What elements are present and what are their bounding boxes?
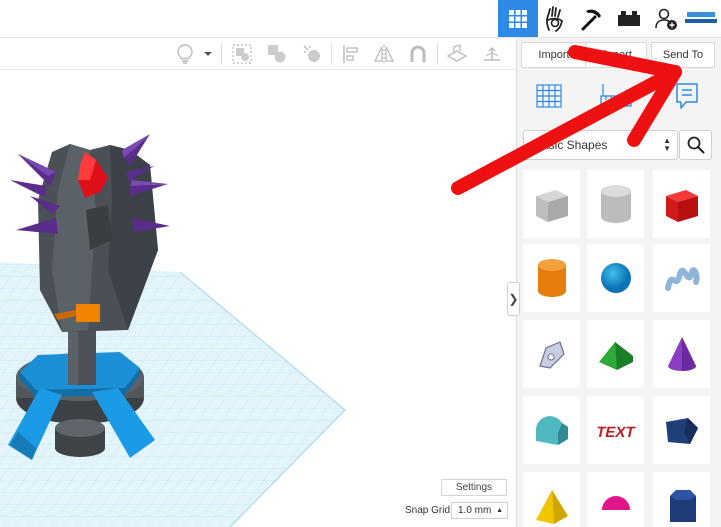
snap-grid-label: Snap Grid [405, 505, 451, 516]
shape-pyramid[interactable] [523, 472, 580, 527]
snap-grid-select[interactable]: 1.0 mm ▲ [451, 502, 508, 519]
pickaxe-icon [581, 9, 601, 30]
shape-cylinder-hole[interactable] [587, 170, 644, 238]
shape-polygon-prism[interactable] [653, 396, 710, 464]
chevron-up-icon: ▲ [496, 507, 503, 514]
prism-icon [665, 418, 698, 444]
shape-cone[interactable] [653, 320, 710, 388]
cruise-button[interactable] [405, 42, 431, 66]
shape-text-tool[interactable] [523, 320, 580, 388]
export-button[interactable]: Export [585, 42, 647, 68]
mirror-button[interactable] [371, 42, 397, 66]
half-sphere-icon [601, 496, 630, 510]
divider [437, 43, 438, 65]
top-bar [0, 0, 721, 38]
select-arrows-icon: ▲ ▼ [663, 136, 671, 153]
light-button[interactable] [172, 42, 198, 66]
shape-text[interactable]: TEXT [587, 396, 644, 464]
workplane-canvas[interactable] [0, 71, 516, 527]
magnet-icon [410, 45, 426, 62]
light-dropdown[interactable] [200, 42, 216, 66]
hand-tool-button[interactable] [535, 0, 575, 37]
shape-roof[interactable] [587, 320, 644, 388]
collapse-panel-button[interactable]: ❯ [507, 282, 520, 316]
ruler-icon [484, 47, 500, 61]
shape-box-hole[interactable] [523, 170, 580, 238]
tinkercad-logo-icon [685, 12, 717, 23]
red-box-icon [665, 190, 698, 222]
bricks-icon [618, 10, 640, 26]
tab-workplane-grid[interactable] [529, 78, 569, 114]
divider [221, 43, 222, 65]
align-button[interactable] [338, 42, 364, 66]
divider [331, 43, 332, 65]
shape-category-select[interactable]: Basic Shapes ▲ ▼ [523, 130, 678, 160]
edit-toolbar [0, 38, 516, 70]
workplane-grid-icon [536, 84, 562, 108]
pyramid-icon [535, 490, 568, 524]
search-icon [687, 136, 704, 154]
snap-grid-value: 1.0 mm [458, 505, 492, 516]
ungroup-button[interactable] [264, 42, 290, 66]
shape-round-roof[interactable] [523, 396, 580, 464]
shape-scribble[interactable] [653, 244, 710, 312]
dropdown-caret-icon [204, 52, 212, 56]
polygon-icon [669, 490, 696, 522]
tab-notes[interactable] [667, 78, 707, 114]
box-shape-icon [535, 190, 568, 222]
align-icon [343, 45, 358, 63]
shape-sphere[interactable] [587, 244, 644, 312]
ungroup-icon [268, 45, 286, 63]
tab-ruler[interactable] [595, 78, 635, 114]
sphere-icon [600, 263, 631, 293]
hole-tool-icon [303, 45, 320, 62]
search-shapes-button[interactable] [679, 130, 712, 160]
shape-polygon[interactable] [653, 472, 710, 527]
send-to-button[interactable]: Send To [651, 42, 715, 68]
round-roof-icon [535, 416, 568, 445]
cylinder-icon [537, 259, 566, 297]
bricks-button[interactable] [609, 0, 649, 37]
svg-text:TEXT: TEXT [594, 424, 637, 441]
text-shape-icon: TEXT [594, 424, 637, 441]
workplane-icon [446, 44, 468, 62]
grid-view-button[interactable] [498, 0, 538, 37]
scribble-icon [664, 267, 699, 291]
mirror-icon [373, 45, 395, 63]
shape-half-sphere[interactable] [587, 472, 644, 527]
workplane[interactable] [0, 71, 516, 527]
shapes-panel: Import Export Send To Basic Shapes ▲ ▼ T… [516, 38, 721, 527]
tinkercad-logo[interactable] [684, 8, 718, 28]
add-user-button[interactable] [646, 0, 686, 37]
grid-view-icon [509, 9, 527, 28]
shape-grid: TEXT [521, 168, 719, 527]
group-button[interactable] [229, 42, 255, 66]
group-icon [232, 44, 252, 64]
shape-box[interactable] [653, 170, 710, 238]
workplane-button[interactable] [444, 42, 470, 66]
hand-tool-icon [546, 5, 563, 32]
ruler-tab-icon [600, 84, 632, 107]
settings-button[interactable]: Settings [441, 479, 507, 496]
hole-button[interactable] [299, 42, 325, 66]
model-button[interactable] [76, 304, 100, 322]
notes-icon [676, 83, 698, 109]
shape-cylinder[interactable] [523, 244, 580, 312]
minecraft-button[interactable] [572, 0, 612, 37]
ruler-button[interactable] [479, 42, 505, 66]
roof-icon [598, 342, 633, 370]
shape-category-value: Basic Shapes [534, 138, 608, 152]
import-button[interactable]: Import [521, 42, 587, 68]
cone-icon [667, 337, 696, 371]
cylinder-hole-icon [600, 185, 631, 223]
pen-tip-icon [538, 341, 565, 369]
add-user-icon [655, 8, 677, 30]
light-bulb-icon [177, 44, 193, 64]
